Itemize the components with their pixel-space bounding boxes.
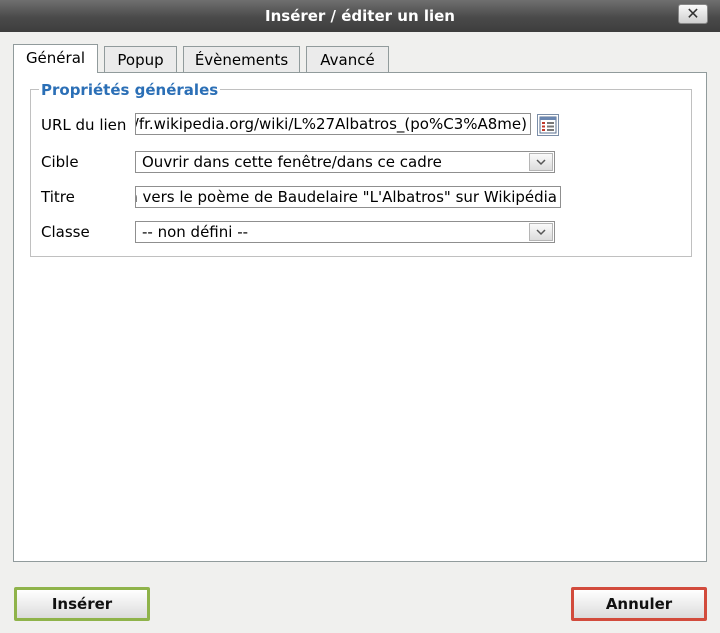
- close-icon: ✕: [686, 4, 700, 23]
- list-icon: [539, 116, 557, 134]
- tab-popup-label: Popup: [117, 51, 164, 69]
- url-label: URL du lien: [41, 116, 127, 134]
- tab-advanced-label: Avancé: [320, 51, 375, 69]
- title-value: Lien vers le poème de Baudelaire "L'Alba…: [135, 188, 557, 206]
- title-label: Titre: [41, 188, 75, 206]
- tab-general-label: Général: [25, 49, 86, 67]
- tab-events-label: Évènements: [194, 51, 289, 69]
- dialog-title: Insérer / éditer un lien: [265, 7, 455, 25]
- class-label: Classe: [41, 223, 90, 241]
- title-bar: Insérer / éditer un lien ✕: [0, 0, 720, 32]
- tab-popup[interactable]: Popup: [104, 46, 177, 72]
- chevron-down-icon: [536, 159, 546, 166]
- tab-panel-general: Propriétés générales: [13, 72, 707, 562]
- class-value: -- non défini --: [142, 223, 249, 241]
- url-input[interactable]: http://fr.wikipedia.org/wiki/L%27Albatro…: [135, 113, 531, 135]
- tab-advanced[interactable]: Avancé: [306, 46, 389, 72]
- tab-general[interactable]: Général: [13, 44, 98, 73]
- close-button[interactable]: ✕: [678, 4, 708, 24]
- target-dropdown-button[interactable]: [529, 153, 553, 171]
- url-value: http://fr.wikipedia.org/wiki/L%27Albatro…: [135, 115, 527, 133]
- general-properties-legend: Propriétés générales: [39, 81, 221, 99]
- tab-events[interactable]: Évènements: [183, 46, 300, 72]
- class-select[interactable]: -- non défini --: [135, 221, 555, 243]
- target-label: Cible: [41, 153, 79, 171]
- insert-button[interactable]: Insérer: [14, 587, 150, 621]
- browse-button[interactable]: [537, 114, 559, 136]
- cancel-button[interactable]: Annuler: [571, 587, 707, 621]
- target-select[interactable]: Ouvrir dans cette fenêtre/dans ce cadre: [135, 151, 555, 173]
- chevron-down-icon: [536, 229, 546, 236]
- class-dropdown-button[interactable]: [529, 223, 553, 241]
- target-value: Ouvrir dans cette fenêtre/dans ce cadre: [142, 153, 442, 171]
- title-input[interactable]: Lien vers le poème de Baudelaire "L'Alba…: [135, 186, 561, 208]
